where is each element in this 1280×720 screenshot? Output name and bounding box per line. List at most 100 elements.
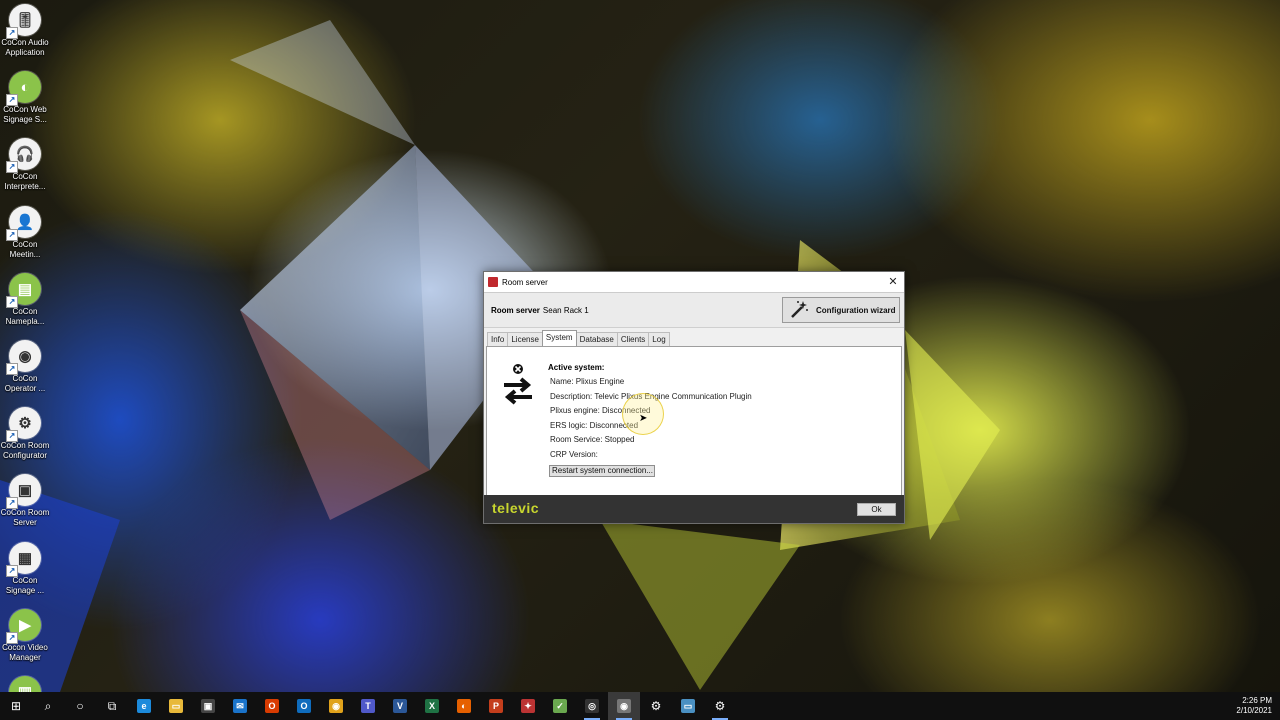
desktop-icon-label: CoCon Room Server bbox=[0, 508, 50, 528]
desktop-app-icon: 👤 bbox=[6, 205, 41, 241]
excel-icon-glyph: X bbox=[425, 699, 439, 713]
dialog-titlebar[interactable]: Room server ✕ bbox=[484, 272, 904, 292]
configuration-wizard-button[interactable]: Configuration wizard bbox=[782, 297, 900, 323]
desktop-icon-label: CoCon Operator ... bbox=[4, 374, 46, 393]
dialog-footer: televic Ok bbox=[484, 495, 904, 523]
tab-license[interactable]: License bbox=[507, 332, 543, 346]
dialog-title: Room server bbox=[502, 277, 548, 287]
desktop-app-icon: ▤ bbox=[6, 272, 41, 308]
settings-icon-2-icon: ⚙ bbox=[714, 699, 726, 713]
store-icon[interactable]: ▣ bbox=[192, 692, 224, 720]
desktop-icon-label: CoCon Interprete... bbox=[4, 172, 46, 192]
powerpoint-icon-glyph: P bbox=[489, 699, 503, 713]
desktop-icon-label: CoCon Room Configurator bbox=[0, 441, 50, 461]
app-icon-3[interactable]: ◎ bbox=[576, 692, 608, 720]
room-server-taskbar-icon[interactable]: ◉ bbox=[608, 692, 640, 720]
app-icon-4-icon: ▭ bbox=[681, 699, 695, 713]
mail-icon-glyph: ✉ bbox=[233, 699, 247, 713]
start-icon: ⊞ bbox=[10, 699, 22, 713]
excel-icon[interactable]: X bbox=[416, 692, 448, 720]
search-icon: ⌕ bbox=[44, 698, 52, 713]
app-icon-1[interactable]: ✦ bbox=[512, 692, 544, 720]
restart-system-connection-button[interactable]: Restart system connection... bbox=[549, 465, 655, 477]
visio-icon-glyph: V bbox=[393, 699, 407, 713]
mouse-cursor-icon: ➤ bbox=[639, 413, 648, 424]
desktop-app-icon: 🎚 bbox=[6, 4, 41, 39]
tab-bar: Info License System Database Clients Log bbox=[484, 330, 904, 346]
file-explorer-icon[interactable]: ▭ bbox=[160, 692, 192, 720]
tab-clients[interactable]: Clients bbox=[616, 332, 650, 346]
desktop-icon[interactable]: ◐CoCon Web Signage S... bbox=[0, 71, 50, 125]
tab-database[interactable]: Database bbox=[575, 332, 618, 346]
app-icon-3-icon: ◎ bbox=[585, 699, 599, 713]
desktop-app-icon: ⚙ bbox=[6, 407, 41, 443]
configuration-wizard-label: Configuration wizard bbox=[816, 305, 896, 315]
desktop-icon-label: CoCon Audio Application bbox=[1, 38, 49, 57]
server-header: Room server Sean Rack 1 Configuration wi… bbox=[484, 292, 904, 328]
desktop-app-icon: ◉ bbox=[6, 340, 41, 375]
task-view-button[interactable]: ⧉ bbox=[96, 692, 128, 720]
desktop-icon-label: CoCon Meetin... bbox=[9, 239, 41, 259]
televic-logo: televic bbox=[492, 500, 540, 516]
tab-log[interactable]: Log bbox=[648, 332, 670, 346]
close-icon[interactable]: ✕ bbox=[886, 275, 900, 289]
desktop-icon[interactable]: 🎧CoCon Interprete... bbox=[0, 138, 50, 192]
desktop-app-icon: ◐ bbox=[6, 71, 41, 107]
desktop-icon-label: CoCon Namepla... bbox=[5, 306, 45, 326]
desktop-icon[interactable]: ⚙CoCon Room Configurator bbox=[0, 407, 50, 461]
desktop-icon-label: CoCon Signage ... bbox=[5, 575, 45, 595]
outlook-icon[interactable]: O bbox=[288, 692, 320, 720]
office-icon-glyph: O bbox=[265, 699, 279, 713]
settings-icon-2[interactable]: ⚙ bbox=[704, 692, 736, 720]
system-name-row: Name: Plixus Engine bbox=[550, 377, 625, 386]
teams-icon-glyph: T bbox=[361, 699, 375, 713]
desktop-icon[interactable]: ▦CoCon Signage ... bbox=[0, 541, 50, 596]
start-button[interactable]: ⊞ bbox=[0, 692, 32, 720]
desktop-icon[interactable]: 🎚CoCon Audio Application bbox=[0, 4, 50, 58]
active-system-heading: Active system: bbox=[548, 363, 605, 372]
firefox-icon[interactable]: ◐ bbox=[448, 692, 480, 720]
powerpoint-icon[interactable]: P bbox=[480, 692, 512, 720]
app-icon-4[interactable]: ▭ bbox=[672, 692, 704, 720]
chrome-icon[interactable]: ◉ bbox=[320, 692, 352, 720]
mail-icon[interactable]: ✉ bbox=[224, 692, 256, 720]
desktop-app-icon: ▶ bbox=[6, 608, 41, 644]
clock-time: 2:26 PM bbox=[1242, 696, 1272, 705]
settings-icon-glyph: ⚙ bbox=[650, 699, 662, 713]
room-service-status-row: Room Service: Stopped bbox=[550, 435, 635, 444]
settings-icon[interactable]: ⚙ bbox=[640, 692, 672, 720]
visio-icon[interactable]: V bbox=[384, 692, 416, 720]
desktop-icon[interactable]: ▣CoCon Room Server bbox=[0, 474, 50, 528]
tab-system[interactable]: System bbox=[541, 330, 577, 346]
desktop-icon[interactable]: 👤CoCon Meetin... bbox=[0, 205, 50, 260]
app-icon-2-icon: ✓ bbox=[553, 699, 567, 713]
desktop-icon[interactable]: ▶Cocon Video Manager bbox=[0, 608, 50, 663]
file-explorer-icon-glyph: ▭ bbox=[169, 699, 183, 713]
desktop-icon[interactable]: ▤CoCon Namepla... bbox=[0, 272, 50, 327]
chrome-icon-glyph: ◉ bbox=[329, 699, 343, 713]
crp-version-row: CRP Version: bbox=[550, 449, 598, 459]
edge-icon[interactable]: e bbox=[128, 692, 160, 720]
room-server-app-icon bbox=[488, 277, 498, 287]
system-tab-panel: Active system: Name: Plixus Engine Descr… bbox=[486, 346, 902, 496]
ok-button[interactable]: Ok bbox=[857, 503, 896, 516]
system-clock[interactable]: 2:26 PM 2/10/2021 bbox=[1236, 696, 1272, 716]
office-icon[interactable]: O bbox=[256, 692, 288, 720]
teams-icon[interactable]: T bbox=[352, 692, 384, 720]
clock-date: 2/10/2021 bbox=[1236, 706, 1272, 715]
desktop-icon-label: CoCon Web Signage S... bbox=[3, 105, 47, 125]
cortana-button[interactable]: ○ bbox=[64, 692, 96, 720]
desktop-app-icon: 🎧 bbox=[6, 138, 41, 174]
magic-wand-icon bbox=[791, 301, 808, 318]
search-button[interactable]: ⌕ bbox=[32, 692, 64, 720]
outlook-icon-glyph: O bbox=[297, 699, 311, 713]
tab-info[interactable]: Info bbox=[487, 332, 509, 346]
app-icon-2[interactable]: ✓ bbox=[544, 692, 576, 720]
room-server-taskbar-icon-glyph: ◉ bbox=[617, 699, 631, 713]
system-connection-icon bbox=[504, 364, 532, 405]
edge-icon-glyph: e bbox=[137, 699, 151, 713]
desktop-icon-label: Cocon Video Manager bbox=[2, 642, 48, 662]
task-view-icon: ⧉ bbox=[107, 698, 117, 713]
server-name: Sean Rack 1 bbox=[542, 305, 589, 315]
desktop-icon[interactable]: ◉CoCon Operator ... bbox=[0, 340, 50, 394]
